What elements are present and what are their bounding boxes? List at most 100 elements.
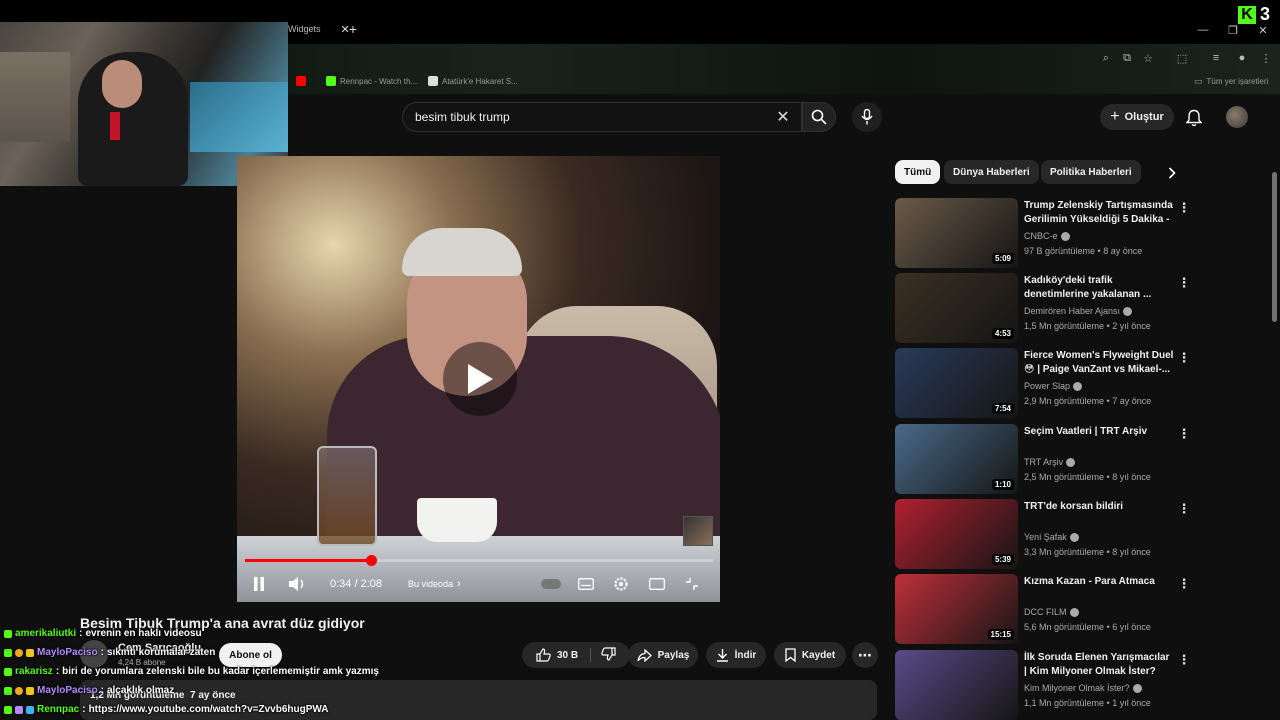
all-bookmarks[interactable]: ▭ Tüm yer işaretleri [1194,76,1268,87]
menu-kebab-icon[interactable]: ⋮ [1258,50,1274,66]
settings-button[interactable] [611,573,631,595]
progress-bar[interactable] [245,555,713,566]
recommendation-item[interactable]: 1:10 Seçim Vaatleri | TRT Arşiv TRT Arşiv 2… [895,424,1195,494]
chapter-button[interactable]: Bu videoda › [400,574,469,594]
notifications-bell-icon[interactable] [1184,108,1204,128]
more-vertical-icon[interactable]: ⋮ [1177,426,1191,442]
recommendation-channel[interactable]: Demirören Haber Ajansı [1024,306,1133,316]
chat-text: sıkıntı korumalar zaten [106,647,216,658]
more-vertical-icon[interactable]: ⋮ [1177,200,1191,216]
video-thumbnail[interactable]: 15:15 [895,574,1018,644]
video-thumbnail[interactable]: 7:54 [895,348,1018,418]
kick-badge-icon [4,667,12,676]
chip-world-news[interactable]: Dünya Haberleri [944,160,1039,184]
chat-username: rakarisz [15,666,53,677]
extensions-icon[interactable]: ⬚ [1174,50,1190,66]
age-label: 8 ay önce [1103,246,1143,256]
age-label: 1 yıl önce [1112,698,1151,708]
more-vertical-icon[interactable]: ⋮ [1177,275,1191,291]
video-frame-teapot [317,446,377,546]
kick-icon [326,76,336,86]
more-actions-button[interactable]: ⋯ [852,642,878,668]
recommendation-item[interactable]: 7:54 Fierce Women's Flyweight Duel 😳 | Pa… [895,348,1195,418]
tab-label: Widgets [288,24,321,34]
recommendation-channel[interactable]: Kim Milyoner Olmak İster? [1024,683,1142,693]
recommendation-channel[interactable]: Yeni Şafak [1024,532,1079,542]
chip-all[interactable]: Tümü [895,160,941,184]
more-vertical-icon[interactable]: ⋮ [1177,501,1191,517]
recommendation-channel[interactable]: Power Slap [1024,381,1083,391]
profile-icon[interactable]: ● [1234,50,1250,66]
video-thumbnail[interactable]: 5:09 [895,198,1018,268]
video-thumbnail[interactable] [895,650,1018,720]
video-thumbnail[interactable]: 1:10 [895,424,1018,494]
like-dislike-group: 30 B [522,642,630,668]
create-button[interactable]: + Oluştur [1100,104,1174,130]
cast-icon[interactable]: ⧉ [1119,50,1135,66]
browser-tab-active[interactable]: Widgets ✕ [288,20,350,38]
recommendation-title[interactable]: Trump Zelenskiy Tartışmasında Gerilimin … [1024,199,1174,229]
recommendation-channel[interactable]: DCC FILM [1024,607,1079,617]
recommendation-title[interactable]: TRT'de korsan bildiri [1024,500,1174,514]
new-tab-icon[interactable]: + [344,20,362,38]
duration-badge: 15:15 [987,629,1014,640]
recommendation-title[interactable]: Kızma Kazan - Para Atmaca [1024,575,1174,589]
video-thumbnail[interactable]: 5:39 [895,499,1018,569]
video-thumbnail[interactable]: 4:53 [895,273,1018,343]
recommendation-title[interactable]: Kadıköy'deki trafik denetimlerine yakala… [1024,274,1174,302]
more-vertical-icon[interactable]: ⋮ [1177,652,1191,668]
fullscreen-button[interactable] [682,573,702,595]
channel-label: Demirören Haber Ajansı [1024,306,1121,316]
voice-search-button[interactable] [852,102,882,132]
volume-button[interactable] [287,573,309,595]
dislike-button[interactable] [597,646,616,664]
recommendation-channel[interactable]: TRT Arşiv [1024,457,1076,467]
like-button[interactable]: 30 B [536,648,592,662]
recommendation-title[interactable]: Fierce Women's Flyweight Duel 😳 | Paige … [1024,349,1174,377]
recommendation-item[interactable]: 15:15 Kızma Kazan - Para Atmaca DCC FILM 5,… [895,574,1195,644]
reading-list-icon[interactable]: ≡ [1208,50,1224,66]
chat-text: evrenin en haklı videosu [85,628,202,639]
bookmark-item-rennpac[interactable]: Rennpac - Watch th... [326,76,417,86]
share-button[interactable]: Paylaş [628,642,698,668]
chip-politics-news[interactable]: Politika Haberleri [1041,160,1141,184]
recommendation-meta: 97 B görüntüleme • 8 ay önce [1024,246,1143,256]
scrollbar-thumb[interactable] [1272,172,1277,322]
search-button[interactable] [802,102,836,132]
more-vertical-icon[interactable]: ⋮ [1177,350,1191,366]
progress-scrubber[interactable] [366,555,377,566]
bookmark-item-ataturk[interactable]: Atatürk'e Hakaret S... [428,76,518,86]
zoom-icon[interactable]: ⌕ [1098,50,1114,66]
recommendation-title[interactable]: İlk Soruda Elenen Yarışmacılar | Kim Mil… [1024,651,1174,679]
recommendation-title[interactable]: Seçim Vaatleri | TRT Arşiv [1024,425,1174,439]
pause-button[interactable] [250,573,268,595]
recommendation-item[interactable]: 5:09 Trump Zelenskiy Tartışmasında Gerili… [895,198,1195,268]
subscribe-button[interactable]: Abone ol [219,643,282,667]
subtitles-button[interactable] [576,573,596,595]
recommendation-item[interactable]: 5:39 TRT'de korsan bildiri Yeni Şafak 3,3 M… [895,499,1195,569]
bookmark-star-icon[interactable]: ☆ [1140,50,1156,66]
duration-badge: 1:10 [991,479,1014,490]
user-avatar[interactable] [1226,106,1248,128]
search-input[interactable]: besim tibuk trump [402,102,802,132]
youtube-bookmark-icon[interactable] [296,76,306,86]
like-count: 30 B [556,649,579,661]
moderator-badge-icon [15,705,23,714]
big-play-button[interactable] [443,342,517,416]
channel-label: Kim Milyoner Olmak İster? [1024,683,1130,693]
microphone-icon [861,109,873,125]
more-vertical-icon[interactable]: ⋮ [1177,576,1191,592]
chevron-right-icon[interactable] [1162,164,1182,182]
theater-mode-button[interactable] [647,573,667,595]
autoplay-toggle[interactable] [540,573,562,595]
recommendation-item[interactable]: 4:53 Kadıköy'deki trafik denetimlerine ya… [895,273,1195,343]
recommendation-channel[interactable]: CNBC-e [1024,231,1070,241]
recommendation-item[interactable]: İlk Soruda Elenen Yarışmacılar | Kim Mil… [895,650,1195,720]
share-label: Paylaş [657,649,690,661]
minimize-icon[interactable]: — [1188,16,1218,44]
clear-search-icon[interactable]: ✕ [772,108,794,126]
save-button[interactable]: Kaydet [774,642,846,668]
verified-icon [1073,381,1083,391]
download-button[interactable]: İndir [706,642,766,668]
time-display: 0:34 / 2:08 [330,578,383,590]
